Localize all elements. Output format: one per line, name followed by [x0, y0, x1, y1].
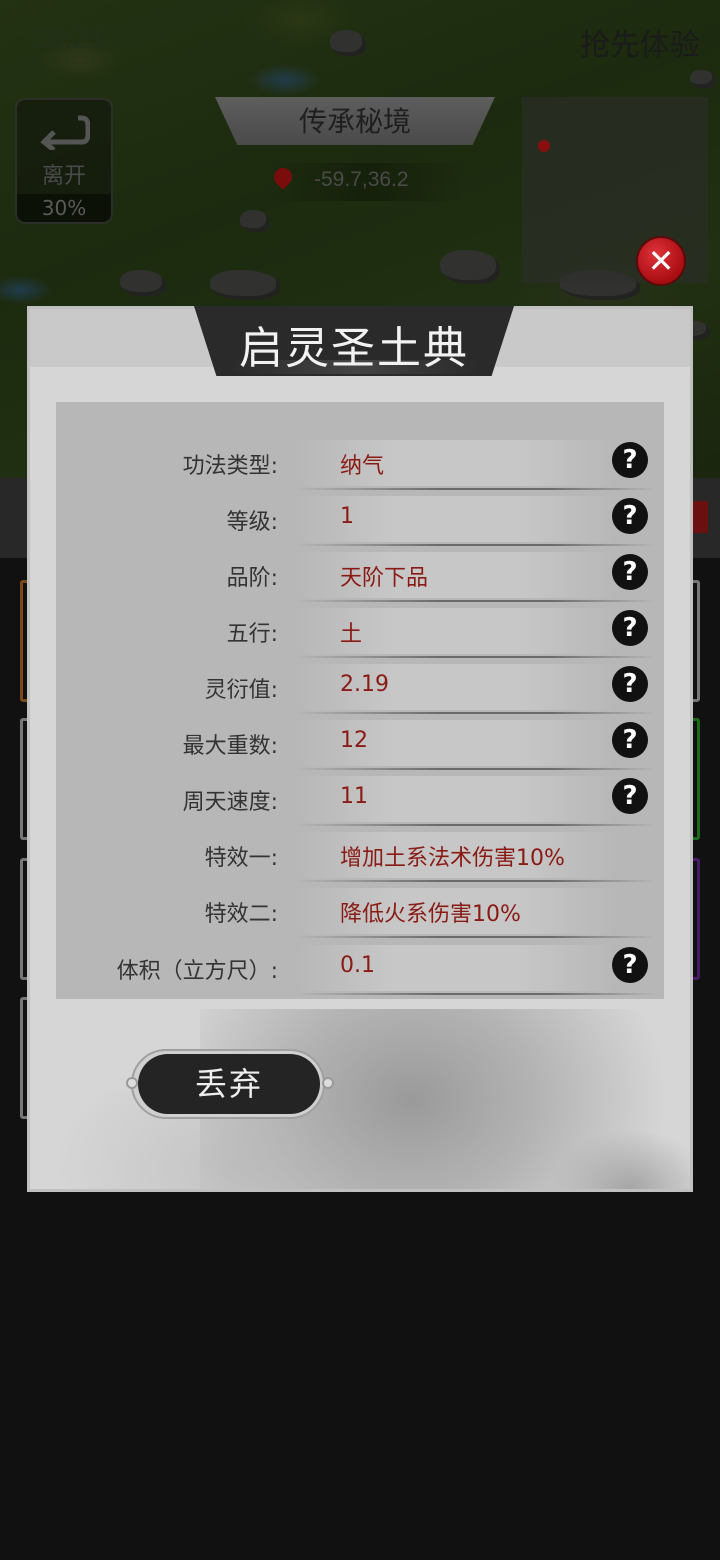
return-arrow-icon — [17, 114, 111, 154]
attr-row-cycle-speed: 周天速度: 11 ? — [56, 776, 664, 826]
close-icon: ✕ — [647, 242, 675, 280]
attr-row-grade: 品阶: 天阶下品 ? — [56, 552, 664, 602]
leave-label: 离开 — [41, 164, 86, 189]
attr-value: 纳气 — [340, 454, 385, 479]
attr-value: 降低火系伤害10% — [340, 902, 521, 927]
attr-value: 增加土系法术伤害10% — [340, 846, 565, 871]
attr-row-spirit-value: 灵衍值: 2.19 ? — [56, 664, 664, 714]
attr-value: 11 — [340, 784, 368, 809]
early-access-label: 抢先体验 — [580, 28, 700, 63]
attr-label: 灵衍值: — [204, 678, 278, 703]
side-tab-red — [692, 501, 708, 533]
status-time: 23:21 — [30, 22, 106, 55]
attr-row-level: 等级: 1 ? — [56, 496, 664, 546]
attr-value: 天阶下品 — [340, 566, 429, 591]
attr-label: 功法类型: — [182, 454, 278, 479]
attr-label: 体积（立方尺）: — [116, 959, 278, 984]
minimap-player-dot — [538, 140, 550, 152]
panel-title: 启灵圣土典 — [239, 323, 469, 374]
scene-title: 传承秘境 — [298, 105, 411, 138]
attr-value: 1 — [340, 504, 354, 529]
attr-value: 12 — [340, 728, 368, 753]
attr-row-max-layers: 最大重数: 12 ? — [56, 720, 664, 770]
attr-value: 2.19 — [340, 672, 389, 697]
attr-row-effect-1: 特效一: 增加土系法术伤害10% — [56, 832, 664, 882]
question-icon[interactable]: ? — [612, 722, 648, 758]
attr-label: 五行: — [226, 622, 278, 647]
attr-row-element: 五行: 土 ? — [56, 608, 664, 658]
attr-label: 周天速度: — [182, 790, 278, 815]
question-icon[interactable]: ? — [612, 554, 648, 590]
close-button[interactable]: ✕ — [636, 236, 686, 286]
attr-value: 土 — [340, 622, 363, 647]
question-icon[interactable]: ? — [612, 778, 648, 814]
attr-label: 最大重数: — [182, 734, 278, 759]
attr-label: 特效一: — [204, 846, 278, 871]
discard-button[interactable]: 丢弃 — [138, 1054, 320, 1114]
question-icon[interactable]: ? — [612, 666, 648, 702]
attr-value: 0.1 — [340, 953, 375, 978]
attr-label: 特效二: — [204, 902, 278, 927]
attr-label: 品阶: — [226, 566, 278, 591]
attr-row-type: 功法类型: 纳气 ? — [56, 440, 664, 490]
attr-label: 等级: — [226, 510, 278, 535]
question-icon[interactable]: ? — [612, 947, 648, 983]
question-icon[interactable]: ? — [612, 442, 648, 478]
question-icon[interactable]: ? — [612, 498, 648, 534]
coordinates: -59.7,36.2 — [314, 168, 409, 191]
attr-row-volume: 体积（立方尺）: 0.1 ? — [56, 945, 664, 995]
leave-button[interactable]: 离开 30% — [15, 98, 113, 224]
attr-row-effect-2: 特效二: 降低火系伤害10% — [56, 888, 664, 938]
question-icon[interactable]: ? — [612, 610, 648, 646]
ink-mountain-decoration — [550, 1129, 690, 1189]
leave-percent: 30% — [17, 194, 111, 222]
